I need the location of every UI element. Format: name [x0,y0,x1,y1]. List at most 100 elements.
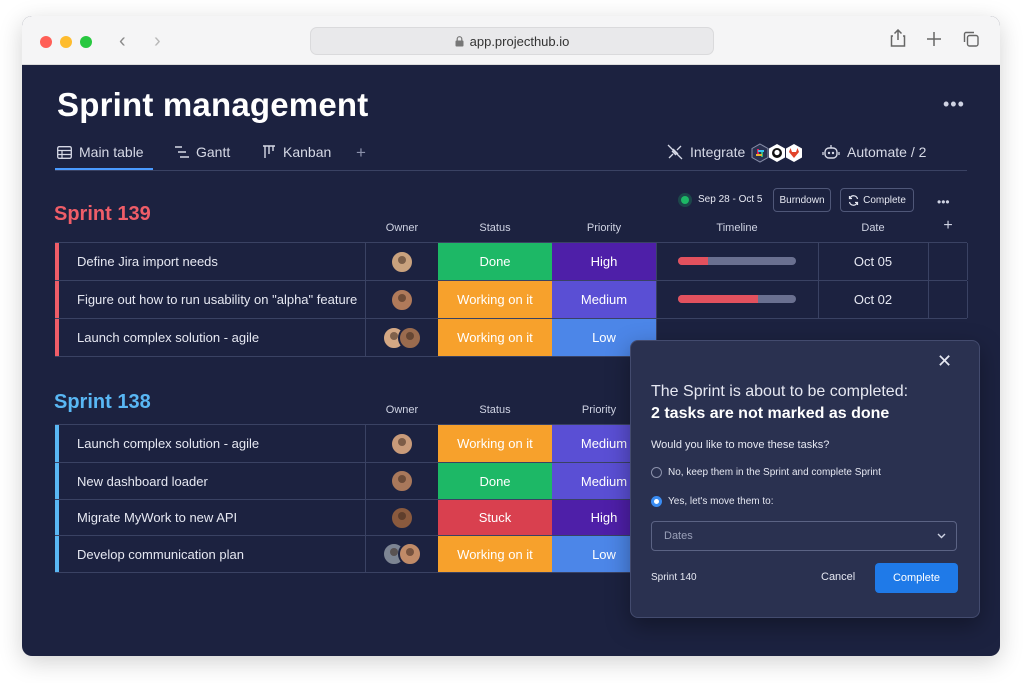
option-keep[interactable]: No, keep them in the Sprint and complete… [651,467,881,478]
task-name[interactable]: Launch complex solution - agile [59,319,366,356]
task-name[interactable]: New dashboard loader [59,463,366,499]
table-row[interactable]: Develop communication plan Working on it… [55,536,657,573]
radio-unchecked[interactable] [651,467,662,478]
sprint-dates: Sep 28 - Oct 5 [698,194,763,205]
close-icon[interactable]: ✕ [937,351,952,372]
maximize-window-button[interactable] [80,36,92,48]
back-icon[interactable]: ‹ [119,30,126,53]
column-header-owner: Owner [385,222,419,234]
tabs-overview-icon[interactable] [963,31,979,47]
cancel-button[interactable]: Cancel [821,571,855,583]
column-header-status: Status [479,404,511,416]
integrate-icon [667,144,683,160]
column-header-priority: Priority [586,222,622,234]
status-cell[interactable]: Done [438,463,553,499]
owner-cell[interactable] [366,500,439,535]
sync-icon [848,194,859,206]
status-cell[interactable]: Working on it [438,536,553,572]
automate-button[interactable]: Automate / 2 [822,144,926,160]
timeline-cell[interactable] [656,243,819,280]
complete-sprint-dialog: ✕ The Sprint is about to be completed: 2… [630,340,980,618]
timeline-progress [678,257,708,265]
avatar [390,287,414,312]
avatar [398,325,422,350]
task-name[interactable]: Figure out how to run usability on "alph… [59,281,366,318]
task-name[interactable]: Develop communication plan [59,536,366,572]
avatar [390,469,414,493]
option-move-label: Yes, let's move them to: [668,496,774,507]
automate-label: Automate / 2 [847,144,927,160]
task-name[interactable]: Migrate MyWork to new API [59,500,366,535]
complete-sprint-button[interactable]: Complete [840,188,914,212]
status-cell[interactable]: Stuck [438,500,553,535]
option-move[interactable]: Yes, let's move them to: [651,496,773,507]
status-cell[interactable]: Working on it [438,281,553,318]
extra-cell [928,243,968,280]
table-row[interactable]: New dashboard loader Done Medium [55,463,657,500]
burndown-button[interactable]: Burndown [773,188,831,212]
new-tab-icon[interactable] [927,32,941,46]
dialog-heading-bold: 2 tasks are not marked as done [651,405,890,422]
table-row[interactable]: Migrate MyWork to new API Stuck High [55,500,657,536]
status-cell[interactable]: Done [438,243,553,280]
priority-cell[interactable]: Medium [552,281,657,318]
dialog-question: Would you like to move these tasks? [651,439,830,451]
avatar [390,505,414,530]
timeline-cell[interactable] [656,281,819,318]
minimize-window-button[interactable] [60,36,72,48]
column-header-timeline: Timeline [716,222,758,234]
owner-cell[interactable] [366,536,439,572]
sprint-138-table: Launch complex solution - agile Working … [55,424,657,573]
share-icon[interactable] [890,29,906,47]
status-cell[interactable]: Working on it [438,319,553,356]
sprint-138-title: Sprint 138 [54,391,151,413]
column-header-owner: Owner [385,404,419,416]
address-bar[interactable]: app.projecthub.io [310,27,714,55]
owner-cell[interactable] [366,425,439,462]
page-more-menu-button[interactable]: ••• [943,94,965,115]
task-name[interactable]: Launch complex solution - agile [59,425,366,462]
dates-select[interactable]: Dates [651,521,957,551]
owner-cell[interactable] [366,281,439,318]
kanban-icon [263,145,275,158]
forward-icon[interactable]: › [154,30,161,53]
tab-gantt[interactable]: Gantt [175,144,230,160]
tabs-divider [55,170,967,171]
task-name[interactable]: Define Jira import needs [59,243,366,280]
owner-cell[interactable] [366,463,439,499]
table-icon [57,145,72,159]
owner-cell[interactable] [366,319,439,356]
dates-select-value: Dates [664,530,693,542]
tab-kanban[interactable]: Kanban [262,144,331,160]
sprint-139-table: Define Jira import needs Done High Oct 0… [55,242,968,357]
column-header-status: Status [479,222,511,234]
integrate-button[interactable]: Integrate [667,144,745,160]
date-cell[interactable]: Oct 02 [818,281,929,318]
complete-button[interactable]: Complete [875,563,958,593]
dialog-heading: The Sprint is about to be completed: [651,383,909,400]
owner-cell[interactable] [366,243,439,280]
table-row[interactable]: Figure out how to run usability on "alph… [55,281,968,319]
add-column-button[interactable]: + [928,217,968,235]
column-header-date: Date [861,222,885,234]
url-text: app.projecthub.io [469,33,570,49]
table-row[interactable]: Define Jira import needs Done High Oct 0… [55,243,968,281]
radio-checked[interactable] [651,496,662,507]
timeline-progress [678,295,759,303]
table-row[interactable]: Launch complex solution - agile Working … [55,425,657,463]
date-cell[interactable]: Oct 05 [818,243,929,280]
chevron-down-icon [937,533,946,539]
status-cell[interactable]: Working on it [438,425,553,462]
table-row[interactable]: Launch complex solution - agile Working … [55,319,657,357]
close-window-button[interactable] [40,36,52,48]
complete-label: Complete [863,194,906,206]
tab-main-table[interactable]: Main table [57,144,144,160]
browser-chrome: ‹ › app.projecthub.io [22,16,1000,65]
priority-cell[interactable]: High [552,243,657,280]
sprint-more-button[interactable]: ••• [937,195,950,209]
tab-label: Gantt [196,144,231,160]
browser-window: ‹ › app.projecthub.io Sprint management … [22,16,1000,656]
add-view-button[interactable]: + [356,143,366,163]
extra-cell [928,281,968,318]
sprint-status-dot [681,196,689,204]
